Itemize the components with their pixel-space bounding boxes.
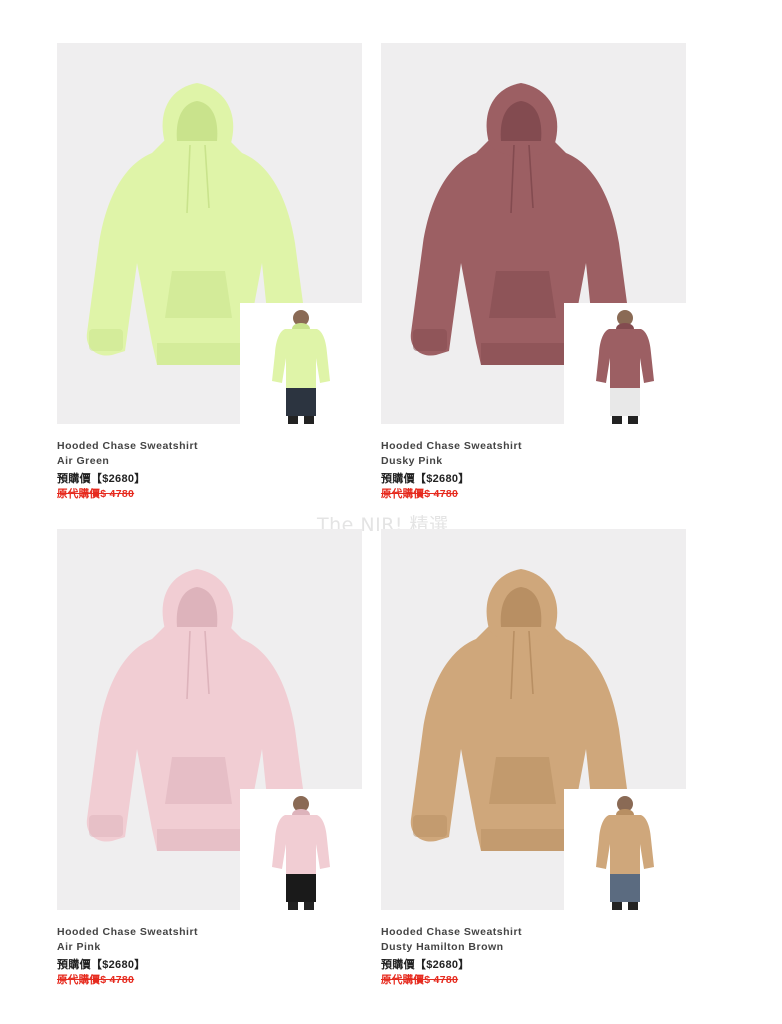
model-photo: [240, 303, 362, 424]
preorder-price: 預購價【$2680】: [381, 473, 470, 485]
original-price: 原代購價$ 4780: [57, 488, 135, 500]
product-name[interactable]: Hooded Chase Sweatshirt: [57, 925, 362, 940]
product-color: Dusky Pink: [381, 455, 443, 467]
model-photo: [240, 789, 362, 910]
product-name[interactable]: Hooded Chase Sweatshirt: [381, 439, 686, 454]
product-image[interactable]: [57, 529, 362, 910]
model-photo: [564, 789, 686, 910]
original-price: 原代購價$ 4780: [381, 488, 459, 500]
product-name[interactable]: Hooded Chase Sweatshirt: [57, 439, 362, 454]
model-photo: [564, 303, 686, 424]
product-image[interactable]: [381, 43, 686, 424]
original-price: 原代購價$ 4780: [57, 974, 135, 986]
product-name[interactable]: Hooded Chase Sweatshirt: [381, 925, 686, 940]
preorder-price: 預購價【$2680】: [57, 959, 146, 971]
preorder-price: 預購價【$2680】: [381, 959, 470, 971]
product-image[interactable]: [57, 43, 362, 424]
product-color: Dusty Hamilton Brown: [381, 941, 504, 953]
product-image[interactable]: [381, 529, 686, 910]
product-color: Air Pink: [57, 941, 101, 953]
original-price: 原代購價$ 4780: [381, 974, 459, 986]
preorder-price: 預購價【$2680】: [57, 473, 146, 485]
product-color: Air Green: [57, 455, 110, 467]
